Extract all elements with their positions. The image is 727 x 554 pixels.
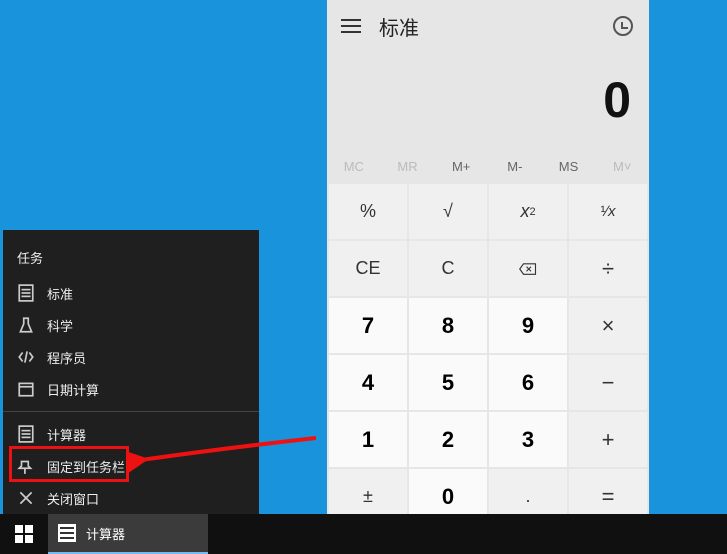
key-ce[interactable]: CE — [329, 241, 407, 296]
menu-icon[interactable] — [341, 19, 361, 33]
key-divide[interactable]: ÷ — [569, 241, 647, 296]
mem-mplus[interactable]: M+ — [434, 148, 488, 184]
calc-icon — [58, 524, 76, 542]
code-icon — [17, 348, 35, 366]
jumplist-tasks-title: 任务 — [3, 230, 259, 277]
jumplist: 任务 标准 科学 程序员 日期计算 — [3, 230, 259, 514]
jumplist-close[interactable]: 关闭窗口 — [3, 482, 259, 514]
key-c[interactable]: C — [409, 241, 487, 296]
key-plus[interactable]: + — [569, 412, 647, 467]
keypad: % √ x2 ¹∕x CE C ÷ 7 8 9 × 4 5 6 − 1 2 3 … — [327, 184, 649, 526]
windows-icon — [15, 525, 33, 543]
flask-icon — [17, 316, 35, 334]
key-backspace[interactable] — [489, 241, 567, 296]
desktop: 标准 0 MC MR M+ M- MS M˅ % √ x2 ¹∕x CE C ÷… — [0, 0, 727, 514]
calc-mode-label: 标准 — [379, 12, 419, 41]
key-2[interactable]: 2 — [409, 412, 487, 467]
key-minus[interactable]: − — [569, 355, 647, 410]
key-square[interactable]: x2 — [489, 184, 567, 239]
calendar-icon — [17, 380, 35, 398]
pin-icon — [17, 457, 35, 475]
jumplist-app[interactable]: 计算器 — [3, 418, 259, 450]
key-9[interactable]: 9 — [489, 298, 567, 353]
jumplist-close-label: 关闭窗口 — [47, 489, 99, 508]
jumplist-separator — [3, 411, 259, 412]
taskbar-app-button[interactable]: 计算器 — [48, 514, 208, 554]
jumplist-pin[interactable]: 固定到任务栏 — [3, 450, 259, 482]
key-8[interactable]: 8 — [409, 298, 487, 353]
key-3[interactable]: 3 — [489, 412, 567, 467]
jumplist-pin-label: 固定到任务栏 — [47, 457, 125, 476]
key-5[interactable]: 5 — [409, 355, 487, 410]
mem-mr[interactable]: MR — [381, 148, 435, 184]
key-7[interactable]: 7 — [329, 298, 407, 353]
jumplist-task-date[interactable]: 日期计算 — [3, 373, 259, 405]
taskbar-app-label: 计算器 — [86, 524, 125, 543]
backspace-icon — [519, 260, 537, 278]
start-button[interactable] — [0, 514, 48, 554]
app-icon — [17, 425, 35, 443]
jumplist-task-scientific[interactable]: 科学 — [3, 309, 259, 341]
taskbar: 计算器 — [0, 514, 727, 554]
jumplist-task-label: 科学 — [47, 316, 73, 335]
jumplist-task-standard[interactable]: 标准 — [3, 277, 259, 309]
key-6[interactable]: 6 — [489, 355, 567, 410]
jumplist-task-label: 日期计算 — [47, 380, 99, 399]
key-percent[interactable]: % — [329, 184, 407, 239]
calc-display: 0 — [327, 52, 649, 148]
key-1[interactable]: 1 — [329, 412, 407, 467]
mem-mminus[interactable]: M- — [488, 148, 542, 184]
close-icon — [17, 489, 35, 507]
mem-mc[interactable]: MC — [327, 148, 381, 184]
jumplist-app-label: 计算器 — [47, 425, 86, 444]
memory-row: MC MR M+ M- MS M˅ — [327, 148, 649, 184]
jumplist-task-label: 标准 — [47, 284, 73, 303]
calc-header: 标准 — [327, 0, 649, 52]
key-reciprocal[interactable]: ¹∕x — [569, 184, 647, 239]
history-icon[interactable] — [613, 16, 633, 36]
calc-icon — [17, 284, 35, 302]
mem-mdrop[interactable]: M˅ — [595, 148, 649, 184]
key-sqrt[interactable]: √ — [409, 184, 487, 239]
key-multiply[interactable]: × — [569, 298, 647, 353]
jumplist-task-programmer[interactable]: 程序员 — [3, 341, 259, 373]
key-4[interactable]: 4 — [329, 355, 407, 410]
calculator-window: 标准 0 MC MR M+ M- MS M˅ % √ x2 ¹∕x CE C ÷… — [327, 0, 649, 514]
jumplist-task-label: 程序员 — [47, 348, 86, 367]
mem-ms[interactable]: MS — [542, 148, 596, 184]
